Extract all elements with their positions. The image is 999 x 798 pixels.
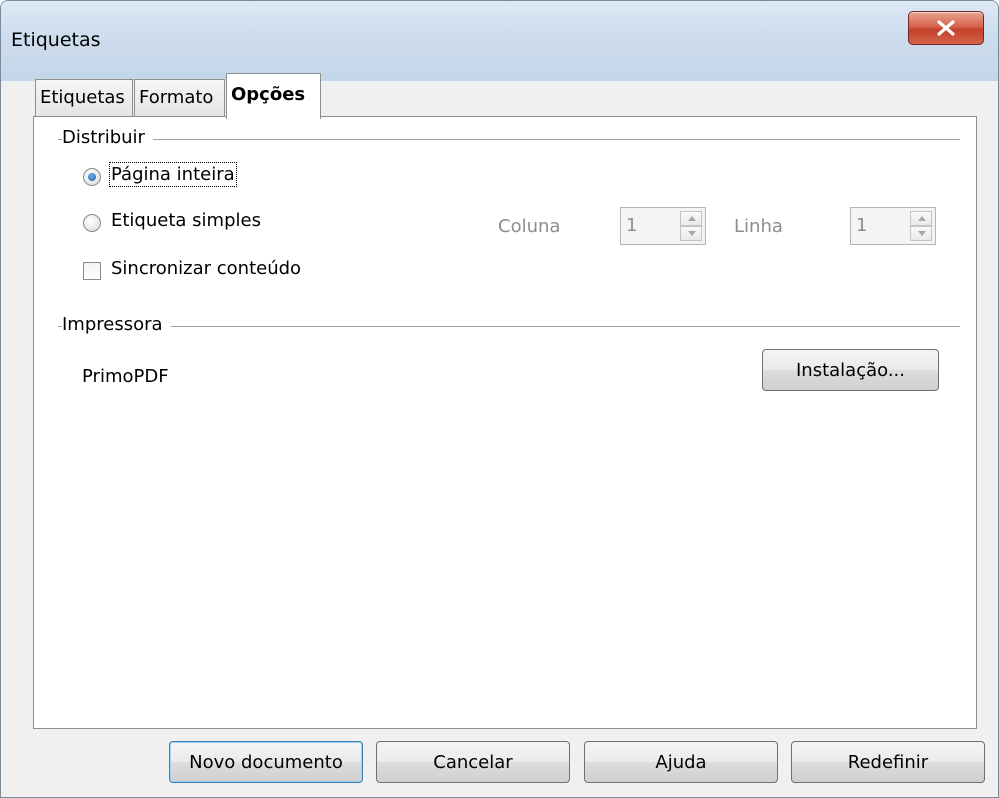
row-spin-up-button — [910, 211, 932, 226]
printer-name: PrimoPDF — [82, 366, 169, 387]
full-page-label[interactable]: Página inteira — [109, 162, 237, 187]
column-spin-up-button — [680, 211, 702, 226]
full-page-radio[interactable] — [83, 168, 101, 186]
column-spinner-buttons — [680, 211, 702, 241]
arrow-down-icon — [918, 231, 926, 236]
tab-opcoes-label: Opções — [231, 84, 306, 105]
distribute-section-label: Distribuir — [62, 127, 153, 148]
single-label-radio[interactable] — [83, 214, 101, 232]
printer-section-label: Impressora — [62, 314, 171, 335]
arrow-down-icon — [688, 231, 696, 236]
close-icon — [937, 20, 955, 36]
column-value: 1 — [626, 215, 638, 236]
sync-content-checkbox[interactable] — [83, 262, 101, 280]
tab-opcoes[interactable]: Opções — [226, 73, 321, 119]
arrow-up-icon — [918, 216, 926, 221]
row-spin-down-button — [910, 226, 932, 241]
help-button[interactable]: Ajuda — [584, 741, 778, 783]
title-bar[interactable]: Etiquetas — [1, 1, 998, 81]
close-button[interactable] — [908, 11, 984, 45]
row-value: 1 — [856, 215, 868, 236]
window-title: Etiquetas — [11, 29, 101, 51]
single-label-label[interactable]: Etiqueta simples — [111, 210, 261, 231]
cancel-button[interactable]: Cancelar — [376, 741, 570, 783]
arrow-up-icon — [688, 216, 696, 221]
tab-formato-label: Formato — [139, 87, 214, 108]
new-document-button[interactable]: Novo documento — [169, 741, 363, 783]
printer-divider — [58, 326, 960, 327]
row-spinner-buttons — [910, 211, 932, 241]
distribute-divider — [58, 139, 960, 140]
options-panel: Distribuir Página inteira Etiqueta simpl… — [33, 116, 977, 729]
tab-etiquetas[interactable]: Etiquetas — [35, 79, 133, 117]
tab-formato[interactable]: Formato — [134, 79, 225, 117]
sync-content-label[interactable]: Sincronizar conteúdo — [111, 258, 301, 279]
column-spin-down-button — [680, 226, 702, 241]
reset-button[interactable]: Redefinir — [791, 741, 985, 783]
tab-etiquetas-label: Etiquetas — [40, 87, 125, 108]
printer-setup-button[interactable]: Instalação... — [762, 349, 939, 391]
row-label: Linha — [734, 216, 783, 237]
column-spinner: 1 — [620, 207, 706, 245]
row-spinner: 1 — [850, 207, 936, 245]
dialog-window: Etiquetas Etiquetas Formato Opções Distr… — [0, 0, 999, 798]
column-label: Coluna — [498, 216, 561, 237]
